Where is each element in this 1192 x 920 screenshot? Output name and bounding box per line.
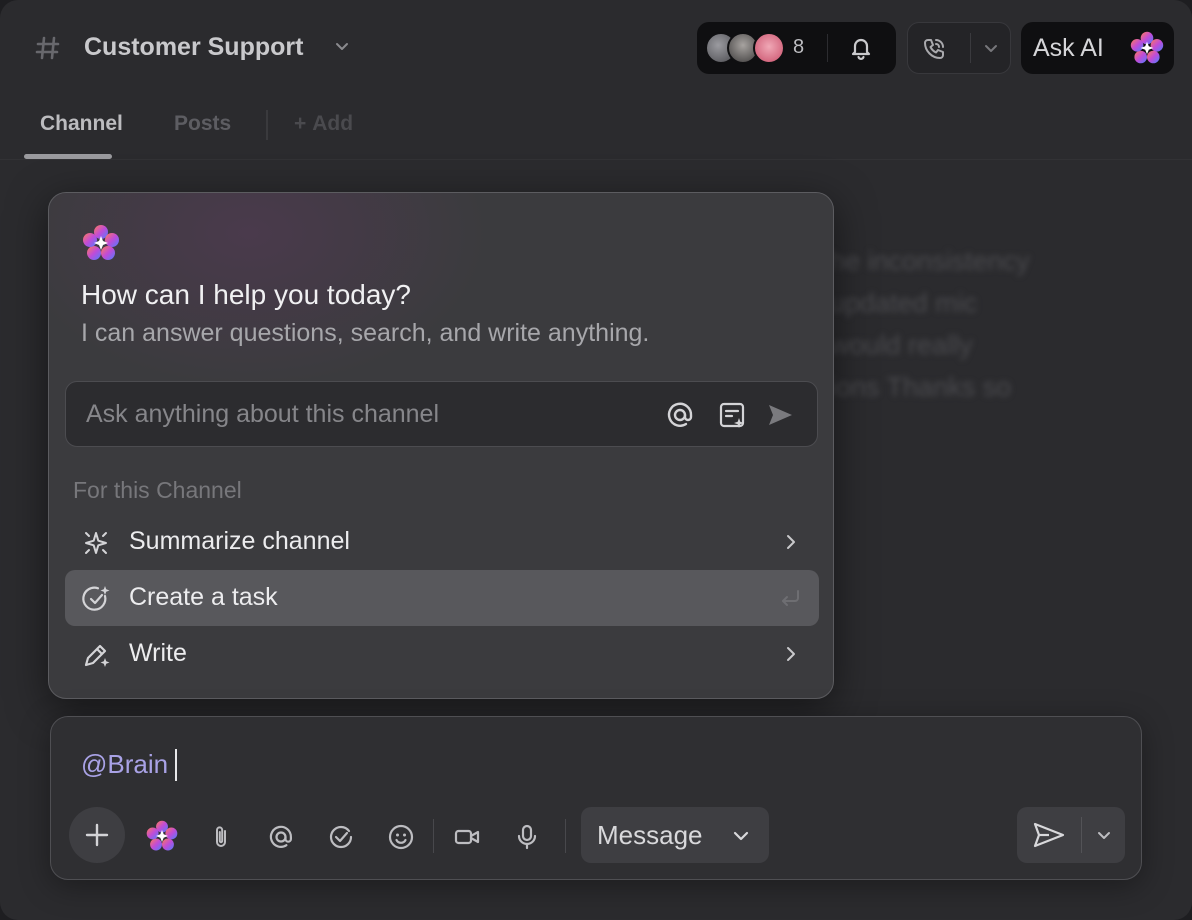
- active-tab-indicator: [24, 154, 112, 159]
- add-attachment-button[interactable]: [69, 807, 125, 863]
- ai-brain-logo-icon[interactable]: [145, 819, 179, 853]
- call-button[interactable]: [907, 22, 1011, 74]
- enter-key-icon: [779, 588, 801, 608]
- members-button[interactable]: 8: [697, 22, 896, 74]
- divider: [266, 110, 268, 140]
- composer-input-text[interactable]: @Brain: [81, 749, 168, 780]
- divider: [827, 34, 828, 62]
- sparkle-icon: [81, 528, 111, 558]
- background-message-line: updated mic: [830, 288, 978, 318]
- member-count: 8: [793, 36, 805, 58]
- divider: [433, 819, 434, 853]
- background-message-line: ions Thanks so: [830, 372, 1012, 402]
- section-label: For this Channel: [73, 477, 242, 503]
- divider: [1081, 817, 1082, 853]
- video-camera-icon[interactable]: [453, 823, 481, 851]
- avatar: [753, 32, 785, 64]
- chevron-right-icon: [781, 532, 801, 552]
- ai-brain-logo-icon: [1129, 30, 1165, 66]
- send-button-group: [1017, 807, 1125, 863]
- menu-item-label: Create a task: [129, 583, 278, 611]
- background-message-line: he inconsistency: [830, 246, 1030, 276]
- emoji-icon[interactable]: [387, 823, 415, 851]
- chevron-down-icon[interactable]: [334, 38, 350, 54]
- menu-item-label: Write: [129, 639, 187, 667]
- plus-icon: [85, 823, 109, 847]
- chevron-down-icon: [731, 826, 751, 846]
- phone-call-icon[interactable]: [920, 35, 948, 63]
- background-message-line: would really: [830, 330, 973, 360]
- ask-ai-button[interactable]: Ask AI: [1021, 22, 1174, 74]
- chat-window: Customer Support 8 Ask AI Channel Posts …: [0, 0, 1192, 920]
- mention-at-icon[interactable]: [267, 823, 295, 851]
- add-tab-label: Add: [312, 112, 354, 135]
- paperclip-icon[interactable]: [207, 823, 235, 851]
- menu-item-label: Summarize channel: [129, 527, 350, 555]
- chevron-down-icon[interactable]: [982, 39, 1000, 57]
- tab-channel[interactable]: Channel: [40, 112, 123, 136]
- message-type-label: Message: [597, 820, 703, 850]
- plus-icon: +: [294, 112, 307, 135]
- background-message: he inconsistency updated mic would reall…: [830, 240, 1090, 408]
- menu-item-summarize-channel[interactable]: Summarize channel: [65, 514, 819, 570]
- menu-item-write[interactable]: Write: [65, 626, 819, 682]
- hash-icon: [34, 34, 62, 62]
- channel-tabs: Channel Posts + Add: [0, 100, 1192, 160]
- bell-icon[interactable]: [847, 34, 875, 62]
- pen-sparkle-icon: [81, 640, 111, 670]
- task-check-icon[interactable]: [327, 823, 355, 851]
- send-icon[interactable]: [1033, 821, 1065, 849]
- divider: [565, 819, 566, 853]
- tab-posts[interactable]: Posts: [174, 112, 231, 136]
- ai-brain-logo-icon: [81, 223, 121, 263]
- send-icon[interactable]: [764, 399, 796, 431]
- chevron-down-icon[interactable]: [1095, 826, 1113, 844]
- ask-ai-input-box: [65, 381, 818, 447]
- channel-header: Customer Support 8 Ask AI: [0, 0, 1192, 96]
- menu-item-create-task[interactable]: Create a task: [65, 570, 819, 626]
- ask-ai-label: Ask AI: [1033, 34, 1104, 62]
- message-composer[interactable]: @Brain Message: [50, 716, 1142, 880]
- add-tab-button[interactable]: + Add: [294, 112, 353, 136]
- popup-heading: How can I help you today?: [81, 279, 411, 310]
- task-check-icon: [81, 584, 111, 614]
- chevron-right-icon: [781, 644, 801, 664]
- ask-ai-input[interactable]: [86, 396, 646, 432]
- channel-title[interactable]: Customer Support: [84, 33, 303, 62]
- message-type-dropdown[interactable]: Message: [581, 807, 769, 863]
- text-caret: [175, 749, 177, 781]
- microphone-icon[interactable]: [513, 823, 541, 851]
- ai-assistant-popup: How can I help you today? I can answer q…: [48, 192, 834, 699]
- mention-at-icon[interactable]: [664, 399, 696, 431]
- document-sparkle-icon[interactable]: [716, 399, 748, 431]
- divider: [970, 33, 971, 63]
- popup-subheading: I can answer questions, search, and writ…: [81, 319, 650, 347]
